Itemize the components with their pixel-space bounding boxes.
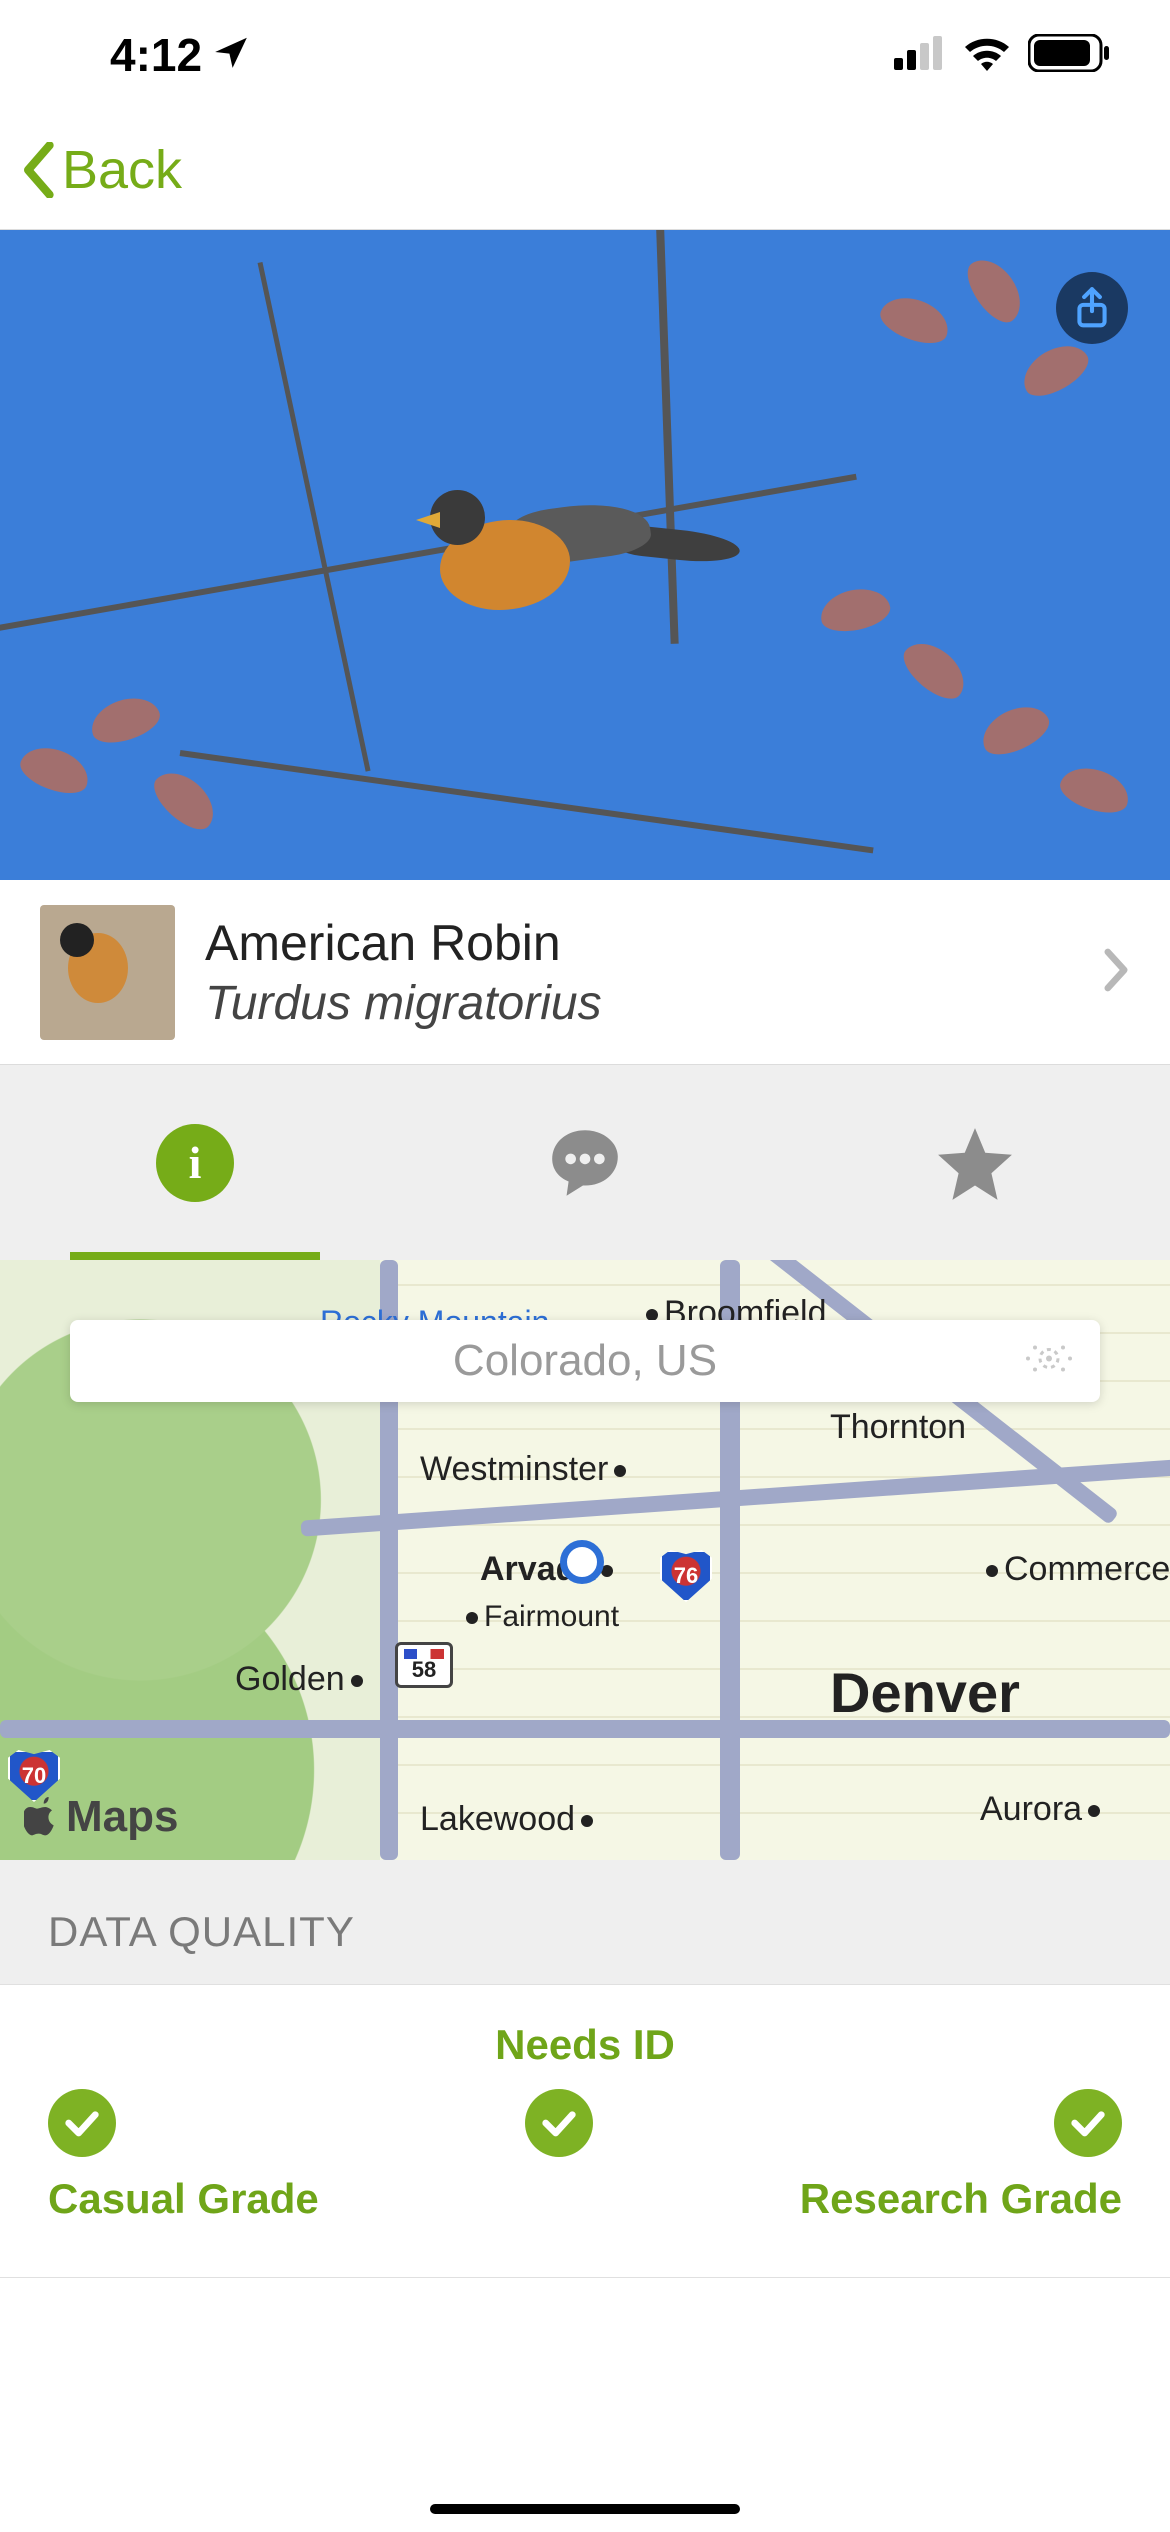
cellular-icon: [894, 36, 946, 75]
data-quality-section: DATA QUALITY Needs ID Casual Grade Resea…: [0, 1860, 1170, 2278]
observation-map[interactable]: Rocky Mountain Broomfield Thornton Westm…: [0, 1260, 1170, 1860]
casual-grade-label: Casual Grade: [48, 2175, 319, 2223]
status-right: [894, 34, 1110, 77]
check-icon: [525, 2089, 593, 2157]
location-field[interactable]: Colorado, US: [70, 1320, 1100, 1402]
map-label-fairmount: Fairmount: [460, 1600, 619, 1634]
map-label-westminster: Westminster: [420, 1450, 632, 1489]
observation-location-marker: [560, 1540, 604, 1584]
data-quality-body: Needs ID Casual Grade Research Grade: [0, 1984, 1170, 2278]
star-icon: [934, 1122, 1016, 1204]
map-attribution: Maps: [24, 1792, 178, 1842]
needs-id-label: Needs ID: [48, 2021, 1122, 2069]
data-quality-header: DATA QUALITY: [0, 1860, 1170, 1984]
status-time: 4:12: [110, 28, 202, 82]
apple-logo-icon: [24, 1797, 60, 1837]
species-thumbnail: [40, 905, 175, 1040]
share-button[interactable]: [1056, 272, 1128, 344]
needs-id-step: [525, 2089, 593, 2223]
species-common-name: American Robin: [205, 914, 1072, 972]
map-label-golden: Golden: [235, 1660, 369, 1699]
map-label-thornton: Thornton: [830, 1408, 966, 1447]
info-icon: i: [156, 1124, 234, 1202]
observation-photo[interactable]: [0, 230, 1170, 880]
map-label-lakewood: Lakewood: [420, 1800, 599, 1839]
species-scientific-name: Turdus migratorius: [205, 976, 1072, 1031]
interstate-76-shield: 76: [660, 1550, 712, 1602]
location-text: Colorado, US: [453, 1336, 717, 1386]
species-row[interactable]: American Robin Turdus migratorius: [0, 880, 1170, 1065]
comments-icon: [544, 1122, 626, 1204]
battery-icon: [1028, 34, 1110, 77]
back-label: Back: [62, 139, 182, 201]
tab-activity[interactable]: [390, 1065, 780, 1260]
tab-favorite[interactable]: [780, 1065, 1170, 1260]
home-indicator: [430, 2504, 740, 2514]
detail-tabs: i: [0, 1065, 1170, 1260]
location-services-icon: [212, 28, 250, 82]
research-grade-step: Research Grade: [800, 2089, 1122, 2223]
share-icon: [1072, 286, 1112, 330]
wifi-icon: [962, 35, 1012, 76]
back-button[interactable]: Back: [20, 139, 182, 201]
chevron-right-icon: [1102, 947, 1130, 998]
map-label-denver: Denver: [830, 1660, 1020, 1725]
casual-grade-step: Casual Grade: [48, 2089, 319, 2223]
state-58-shield: 58: [395, 1642, 453, 1688]
status-bar: 4:12: [0, 0, 1170, 110]
map-label-aurora: Aurora: [980, 1790, 1106, 1829]
research-grade-label: Research Grade: [800, 2175, 1122, 2223]
check-icon: [1054, 2089, 1122, 2157]
tab-info[interactable]: i: [0, 1065, 390, 1260]
map-label-commerce: Commerce: [980, 1550, 1170, 1589]
status-left: 4:12: [110, 28, 250, 82]
nav-bar: Back: [0, 110, 1170, 230]
check-icon: [48, 2089, 116, 2157]
geoprivacy-icon: [1020, 1339, 1078, 1384]
species-text: American Robin Turdus migratorius: [205, 914, 1072, 1031]
